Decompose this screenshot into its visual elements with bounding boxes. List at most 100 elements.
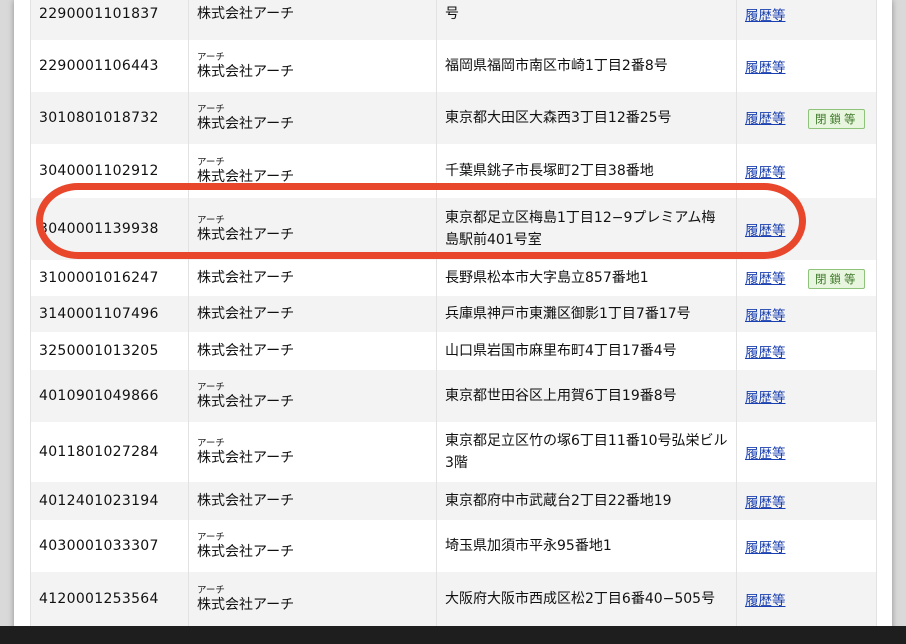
history-link[interactable]: 履歴等	[745, 223, 786, 239]
history-link[interactable]: 履歴等	[745, 111, 786, 127]
history-link[interactable]: 履歴等	[745, 390, 786, 406]
company-address: 東京都足立区竹の塚6丁目11番10号弘栄ビル3階	[436, 422, 737, 482]
company-address: 東京都世田谷区上用賀6丁目19番8号	[436, 370, 737, 422]
company-address: 兵庫県神戸市東灘区御影1丁目7番17号	[436, 296, 737, 332]
company-name-cell: アーチ 株式会社アーチ	[188, 572, 437, 626]
table-row: 3040001139938 アーチ 株式会社アーチ 東京都足立区梅島1丁目12−…	[30, 198, 877, 260]
screen-bezel-left	[0, 0, 14, 644]
company-name: 株式会社アーチ	[197, 343, 295, 359]
actions-cell: 履歴等	[736, 422, 877, 482]
screen-bezel-right	[892, 0, 906, 644]
history-link[interactable]: 履歴等	[745, 308, 786, 324]
company-name: 株式会社アーチ	[197, 168, 295, 185]
company-name-cell: アーチ 株式会社アーチ	[188, 422, 437, 482]
corporate-number: 3140001107496	[30, 296, 189, 332]
company-name-cell: アーチ 株式会社アーチ	[188, 92, 437, 144]
company-name: 株式会社アーチ	[197, 63, 295, 80]
company-name-cell: アーチ 株式会社アーチ	[188, 144, 437, 198]
company-name-kana: アーチ	[197, 156, 225, 168]
company-name-kana: アーチ	[197, 51, 225, 63]
corporation-list-table: 2290001101837 株式会社アーチ 号 履歴等 229000110644…	[30, 0, 877, 626]
actions-cell: 履歴等	[736, 40, 877, 92]
company-address: 山口県岩国市麻里布町4丁目17番4号	[436, 332, 737, 370]
actions-cell: 履歴等	[736, 482, 877, 520]
table-row: 4010901049866 アーチ 株式会社アーチ 東京都世田谷区上用賀6丁目1…	[30, 370, 877, 422]
company-name-kana: アーチ	[197, 437, 225, 449]
table-row: 4011801027284 アーチ 株式会社アーチ 東京都足立区竹の塚6丁目11…	[30, 422, 877, 482]
table-row: 3010801018732 アーチ 株式会社アーチ 東京都大田区大森西3丁目12…	[30, 92, 877, 144]
table-row: 3100001016247 株式会社アーチ 長野県松本市大字島立857番地1 履…	[30, 260, 877, 296]
company-address: 号	[436, 0, 737, 40]
table-row: 4030001033307 アーチ 株式会社アーチ 埼玉県加須市平永95番地1 …	[30, 520, 877, 572]
company-name: 株式会社アーチ	[197, 115, 295, 132]
company-name-kana: アーチ	[197, 103, 225, 115]
corporate-number: 3250001013205	[30, 332, 189, 370]
actions-cell: 履歴等	[736, 0, 877, 40]
company-name-cell: 株式会社アーチ	[188, 260, 437, 296]
company-address: 大阪府大阪市西成区松2丁目6番40−505号	[436, 572, 737, 626]
table-row: 3140001107496 株式会社アーチ 兵庫県神戸市東灘区御影1丁目7番17…	[30, 296, 877, 332]
history-link[interactable]: 履歴等	[745, 446, 786, 462]
corporate-number: 4011801027284	[30, 422, 189, 482]
corporate-number: 4030001033307	[30, 520, 189, 572]
corporate-number: 4012401023194	[30, 482, 189, 520]
company-name-cell: アーチ 株式会社アーチ	[188, 198, 437, 260]
company-name: 株式会社アーチ	[197, 270, 295, 286]
company-address: 東京都府中市武蔵台2丁目22番地19	[436, 482, 737, 520]
company-name-cell: 株式会社アーチ	[188, 332, 437, 370]
history-link[interactable]: 履歴等	[745, 165, 786, 181]
closed-status-badge: 閉鎖等	[807, 109, 866, 129]
actions-cell: 履歴等 閉鎖等	[736, 260, 877, 296]
company-name-cell: アーチ 株式会社アーチ	[188, 370, 437, 422]
table-row: 2290001106443 アーチ 株式会社アーチ 福岡県福岡市南区市崎1丁目2…	[30, 40, 877, 92]
company-name-cell: アーチ 株式会社アーチ	[188, 520, 437, 572]
actions-cell: 履歴等	[736, 198, 877, 260]
corporate-number: 2290001101837	[30, 0, 189, 40]
company-name-kana: アーチ	[197, 214, 225, 226]
table-body: 2290001101837 株式会社アーチ 号 履歴等 229000110644…	[30, 0, 877, 626]
corporate-number: 3010801018732	[30, 92, 189, 144]
actions-cell: 履歴等	[736, 332, 877, 370]
actions-cell: 履歴等	[736, 370, 877, 422]
table-row: 3250001013205 株式会社アーチ 山口県岩国市麻里布町4丁目17番4号…	[30, 332, 877, 370]
screen-bezel-bottom	[0, 626, 906, 644]
company-name-cell: 株式会社アーチ	[188, 0, 437, 40]
history-link[interactable]: 履歴等	[745, 345, 786, 361]
company-address: 千葉県銚子市長塚町2丁目38番地	[436, 144, 737, 198]
company-name-cell: アーチ 株式会社アーチ	[188, 40, 437, 92]
history-link[interactable]: 履歴等	[745, 495, 786, 511]
company-name-kana: アーチ	[197, 381, 225, 393]
actions-cell: 履歴等 閉鎖等	[736, 92, 877, 144]
corporate-number: 2290001106443	[30, 40, 189, 92]
corporate-number: 3100001016247	[30, 260, 189, 296]
company-name: 株式会社アーチ	[197, 449, 295, 466]
company-address: 東京都大田区大森西3丁目12番25号	[436, 92, 737, 144]
actions-cell: 履歴等	[736, 144, 877, 198]
corporate-number: 4010901049866	[30, 370, 189, 422]
actions-cell: 履歴等	[736, 520, 877, 572]
history-link[interactable]: 履歴等	[745, 60, 786, 76]
company-address: 長野県松本市大字島立857番地1	[436, 260, 737, 296]
company-name: 株式会社アーチ	[197, 226, 295, 243]
history-link[interactable]: 履歴等	[745, 8, 786, 24]
history-link[interactable]: 履歴等	[745, 540, 786, 556]
company-name: 株式会社アーチ	[197, 596, 295, 613]
company-name: 株式会社アーチ	[197, 6, 295, 22]
table-row: 3040001102912 アーチ 株式会社アーチ 千葉県銚子市長塚町2丁目38…	[30, 144, 877, 198]
search-results-panel: 2290001101837 株式会社アーチ 号 履歴等 229000110644…	[14, 0, 892, 632]
company-address: 福岡県福岡市南区市崎1丁目2番8号	[436, 40, 737, 92]
history-link[interactable]: 履歴等	[745, 271, 786, 287]
actions-cell: 履歴等	[736, 572, 877, 626]
corporate-number: 4120001253564	[30, 572, 189, 626]
history-link[interactable]: 履歴等	[745, 593, 786, 609]
corporate-number: 3040001102912	[30, 144, 189, 198]
closed-status-badge: 閉鎖等	[807, 269, 866, 289]
company-name: 株式会社アーチ	[197, 393, 295, 410]
company-name: 株式会社アーチ	[197, 493, 295, 509]
company-name-kana: アーチ	[197, 584, 225, 596]
table-row: 4120001253564 アーチ 株式会社アーチ 大阪府大阪市西成区松2丁目6…	[30, 572, 877, 626]
table-row: 2290001101837 株式会社アーチ 号 履歴等	[30, 0, 877, 40]
company-name-kana: アーチ	[197, 531, 225, 543]
corporate-number: 3040001139938	[30, 198, 189, 260]
actions-cell: 履歴等	[736, 296, 877, 332]
